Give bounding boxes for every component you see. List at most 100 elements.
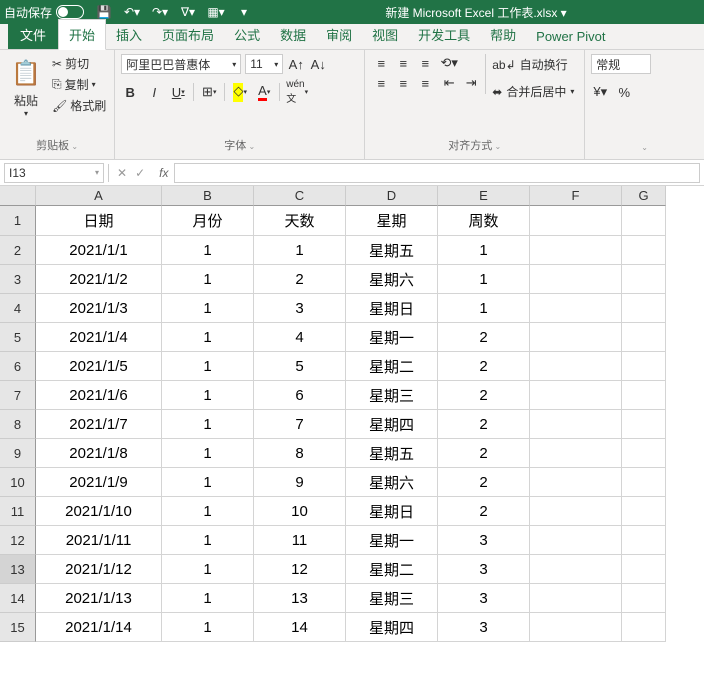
cell-G14[interactable] xyxy=(622,584,666,613)
merge-button[interactable]: ⬌合并后居中 ▾ xyxy=(490,81,576,102)
tab-powerpivot[interactable]: Power Pivot xyxy=(526,24,615,49)
cell-E9[interactable]: 2 xyxy=(438,439,530,468)
cell-B7[interactable]: 1 xyxy=(162,381,254,410)
cell-F5[interactable] xyxy=(530,323,622,352)
cell-B12[interactable]: 1 xyxy=(162,526,254,555)
cell-C1[interactable]: 天数 xyxy=(254,206,346,236)
col-header-E[interactable]: E xyxy=(438,186,530,206)
cell-F3[interactable] xyxy=(530,265,622,294)
cell-C9[interactable]: 8 xyxy=(254,439,346,468)
cell-E13[interactable]: 3 xyxy=(438,555,530,584)
align-bottom-icon[interactable]: ≡ xyxy=(415,54,435,72)
paste-button[interactable]: 📋 粘贴 ▾ xyxy=(6,54,46,118)
cell-A9[interactable]: 2021/1/8 xyxy=(36,439,162,468)
cell-A2[interactable]: 2021/1/1 xyxy=(36,236,162,265)
cell-C10[interactable]: 9 xyxy=(254,468,346,497)
save-icon[interactable]: 💾 xyxy=(96,4,112,20)
cell-G3[interactable] xyxy=(622,265,666,294)
cell-F11[interactable] xyxy=(530,497,622,526)
cell-B15[interactable]: 1 xyxy=(162,613,254,642)
number-format-select[interactable]: 常规 xyxy=(591,54,651,74)
row-header-1[interactable]: 1 xyxy=(0,206,36,236)
format-painter-button[interactable]: 🖌格式刷 xyxy=(50,96,108,115)
cell-A8[interactable]: 2021/1/7 xyxy=(36,410,162,439)
cell-D6[interactable]: 星期二 xyxy=(346,352,438,381)
cut-button[interactable]: ✂剪切 xyxy=(50,54,108,73)
col-header-F[interactable]: F xyxy=(530,186,622,206)
confirm-icon[interactable]: ✓ xyxy=(135,166,145,180)
cell-F7[interactable] xyxy=(530,381,622,410)
cell-C3[interactable]: 2 xyxy=(254,265,346,294)
cell-C12[interactable]: 11 xyxy=(254,526,346,555)
cell-D9[interactable]: 星期五 xyxy=(346,439,438,468)
formula-bar[interactable] xyxy=(174,163,700,183)
tab-home[interactable]: 开始 xyxy=(58,19,106,50)
indent-decrease-icon[interactable]: ⇤ xyxy=(439,74,459,92)
cell-F2[interactable] xyxy=(530,236,622,265)
cell-A15[interactable]: 2021/1/14 xyxy=(36,613,162,642)
increase-font-icon[interactable]: A↑ xyxy=(287,54,305,74)
row-header-14[interactable]: 14 xyxy=(0,584,36,613)
cell-C11[interactable]: 10 xyxy=(254,497,346,526)
cell-G13[interactable] xyxy=(622,555,666,584)
cell-E4[interactable]: 1 xyxy=(438,294,530,323)
cell-D7[interactable]: 星期三 xyxy=(346,381,438,410)
cell-E8[interactable]: 2 xyxy=(438,410,530,439)
cell-D3[interactable]: 星期六 xyxy=(346,265,438,294)
row-header-7[interactable]: 7 xyxy=(0,381,36,410)
cell-F6[interactable] xyxy=(530,352,622,381)
tab-insert[interactable]: 插入 xyxy=(106,20,152,49)
border-button[interactable]: ⊞▾ xyxy=(200,82,218,102)
tab-formula[interactable]: 公式 xyxy=(224,20,270,49)
currency-icon[interactable]: ¥▾ xyxy=(591,82,609,102)
row-header-6[interactable]: 6 xyxy=(0,352,36,381)
cell-A6[interactable]: 2021/1/5 xyxy=(36,352,162,381)
cell-G5[interactable] xyxy=(622,323,666,352)
tab-view[interactable]: 视图 xyxy=(362,20,408,49)
underline-button[interactable]: U▾ xyxy=(169,82,187,102)
cell-E3[interactable]: 1 xyxy=(438,265,530,294)
cell-F10[interactable] xyxy=(530,468,622,497)
cell-F1[interactable] xyxy=(530,206,622,236)
cell-C14[interactable]: 13 xyxy=(254,584,346,613)
cell-A11[interactable]: 2021/1/10 xyxy=(36,497,162,526)
cell-B4[interactable]: 1 xyxy=(162,294,254,323)
row-header-2[interactable]: 2 xyxy=(0,236,36,265)
cell-D12[interactable]: 星期一 xyxy=(346,526,438,555)
row-header-13[interactable]: 13 xyxy=(0,555,36,584)
row-header-5[interactable]: 5 xyxy=(0,323,36,352)
cell-B10[interactable]: 1 xyxy=(162,468,254,497)
cell-F9[interactable] xyxy=(530,439,622,468)
cell-D2[interactable]: 星期五 xyxy=(346,236,438,265)
cell-C15[interactable]: 14 xyxy=(254,613,346,642)
cell-A14[interactable]: 2021/1/13 xyxy=(36,584,162,613)
table-icon[interactable]: ▦▾ xyxy=(208,4,224,20)
cell-G15[interactable] xyxy=(622,613,666,642)
cell-E7[interactable]: 2 xyxy=(438,381,530,410)
cell-B8[interactable]: 1 xyxy=(162,410,254,439)
cell-D8[interactable]: 星期四 xyxy=(346,410,438,439)
cell-D1[interactable]: 星期 xyxy=(346,206,438,236)
cell-B6[interactable]: 1 xyxy=(162,352,254,381)
align-right-icon[interactable]: ≡ xyxy=(415,74,435,92)
row-header-4[interactable]: 4 xyxy=(0,294,36,323)
cell-B1[interactable]: 月份 xyxy=(162,206,254,236)
row-header-10[interactable]: 10 xyxy=(0,468,36,497)
cell-D13[interactable]: 星期二 xyxy=(346,555,438,584)
indent-increase-icon[interactable]: ⇥ xyxy=(461,74,481,92)
cells-area[interactable]: 日期月份天数星期周数2021/1/111星期五12021/1/212星期六120… xyxy=(36,206,666,642)
cell-G6[interactable] xyxy=(622,352,666,381)
cell-A5[interactable]: 2021/1/4 xyxy=(36,323,162,352)
percent-icon[interactable]: % xyxy=(615,82,633,102)
row-header-8[interactable]: 8 xyxy=(0,410,36,439)
cell-E6[interactable]: 2 xyxy=(438,352,530,381)
tab-layout[interactable]: 页面布局 xyxy=(152,20,224,49)
cell-B5[interactable]: 1 xyxy=(162,323,254,352)
row-header-3[interactable]: 3 xyxy=(0,265,36,294)
cell-D11[interactable]: 星期日 xyxy=(346,497,438,526)
cell-A7[interactable]: 2021/1/6 xyxy=(36,381,162,410)
align-top-icon[interactable]: ≡ xyxy=(371,54,391,72)
cell-G7[interactable] xyxy=(622,381,666,410)
decrease-font-icon[interactable]: A↓ xyxy=(309,54,327,74)
select-all-corner[interactable] xyxy=(0,186,36,206)
